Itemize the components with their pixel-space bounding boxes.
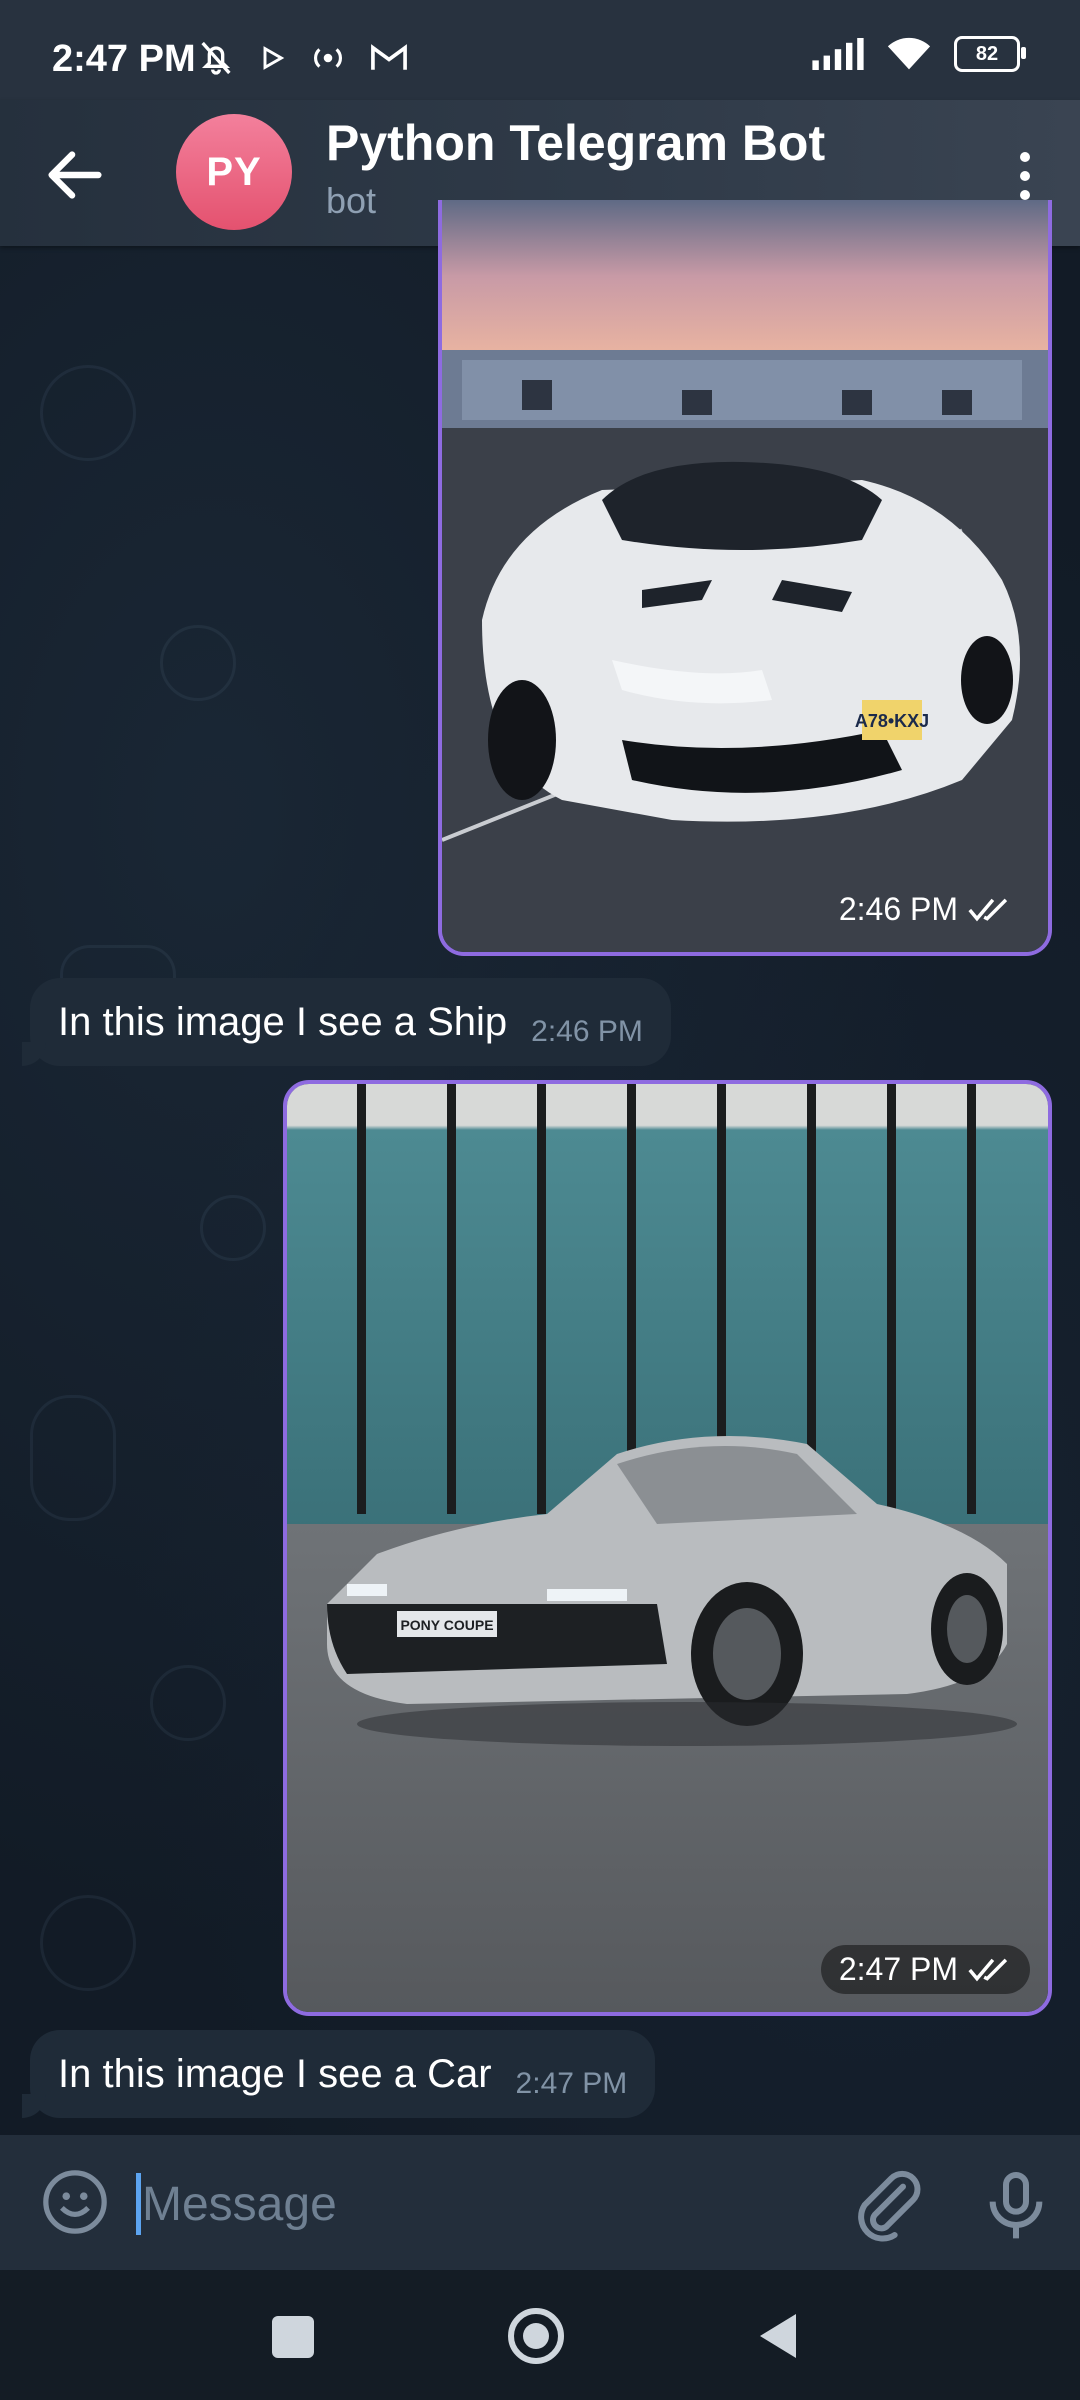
hotspot-icon [314,48,342,68]
incoming-message-2[interactable]: In this image I see a Car 2:47 PM [22,2030,656,2118]
chat-title[interactable]: Python Telegram Bot [326,114,825,172]
back-arrow-icon[interactable] [40,140,110,210]
message-input[interactable] [140,2165,704,2243]
photo-message-pony-coupe[interactable]: PONY COUPE 2:47 PM [283,1080,1052,2016]
message-time: 2:46 PM [531,1015,643,1048]
license-plate-1: A78•KXJ [855,711,929,731]
play-icon [263,46,285,70]
bell-off-icon [201,41,231,75]
message-text: In this image I see a Car [58,2051,492,2096]
microphone-icon[interactable] [976,2165,1056,2245]
attach-icon[interactable] [848,2165,928,2245]
double-check-icon [968,1958,1008,1981]
emoji-icon[interactable] [40,2167,110,2237]
status-time: 2:47 PM [52,38,196,80]
incoming-message-1[interactable]: In this image I see a Ship 2:46 PM [22,978,671,1066]
recents-button[interactable] [272,2316,314,2358]
home-button[interactable] [508,2308,564,2364]
silver-pony-coupe-photo: PONY COUPE [287,1084,1048,2012]
message-time: 2:47 PM [515,2067,628,2100]
photo-time-1: 2:46 PM [821,885,1030,934]
signal-icon [812,38,864,70]
gmail-icon [371,44,407,70]
chat-subtitle: bot [326,180,377,221]
battery-level: 82 [975,42,999,65]
wifi-icon [887,37,931,70]
battery-icon: 82 [954,36,1026,72]
back-button[interactable] [760,2314,796,2358]
message-input-bar [0,2135,1080,2270]
photo-message-civic[interactable]: A78•KXJ 2:46 PM [438,200,1052,956]
system-navigation-bar [0,2270,1080,2400]
white-honda-civic-photo: A78•KXJ [442,200,1048,952]
double-check-icon [968,898,1008,921]
license-plate-2: PONY COUPE [400,1617,493,1633]
message-text: In this image I see a Ship [58,999,508,1044]
photo-time-2: 2:47 PM [820,1945,1030,1994]
avatar[interactable]: PY [176,114,292,230]
